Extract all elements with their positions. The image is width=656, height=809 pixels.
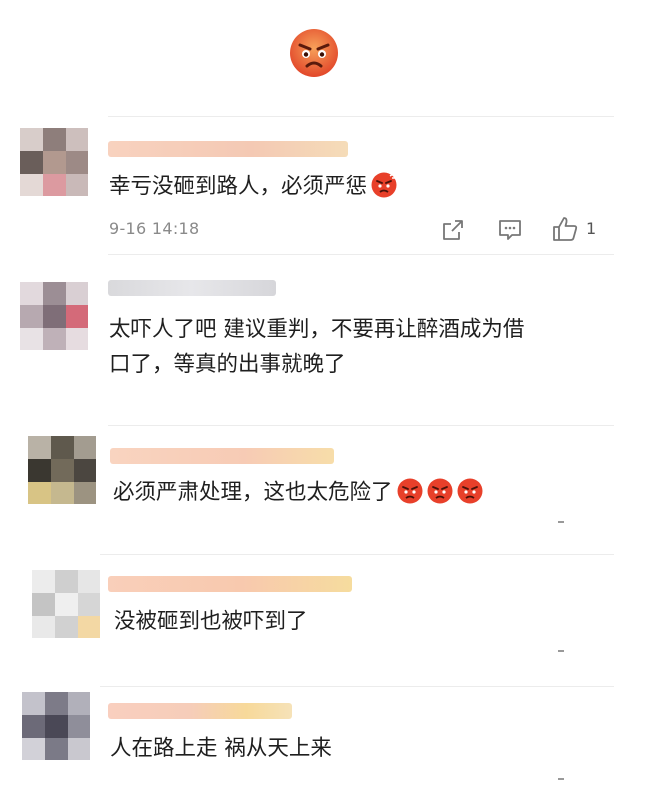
username-blurred[interactable] (110, 448, 334, 464)
comment-timestamp: 9-16 14:18 (109, 219, 200, 238)
share-icon[interactable] (441, 218, 465, 242)
username-blurred[interactable] (108, 703, 292, 719)
avatar[interactable] (22, 692, 90, 760)
comment-text-line-2: 口了，等真的出事就晚了 (109, 352, 346, 377)
comment-text: 幸亏没砸到路人，必须严惩 (109, 170, 397, 204)
avatar[interactable] (20, 128, 88, 196)
scroll-mark (558, 778, 564, 780)
like-icon[interactable] (551, 216, 579, 242)
avatar[interactable] (32, 570, 100, 638)
divider (108, 254, 614, 255)
divider (100, 686, 614, 687)
comment-text: 必须严肃处理，这也太危险了 (113, 476, 483, 510)
comment-text: 没被砸到也被吓到了 (114, 609, 308, 634)
divider (108, 116, 614, 117)
divider (100, 554, 614, 555)
angry-face-icon (397, 478, 423, 504)
avatar[interactable] (28, 436, 96, 504)
angry-face-icon (371, 172, 397, 198)
username-blurred[interactable] (108, 141, 348, 157)
comment-icon[interactable] (497, 218, 523, 242)
username-blurred[interactable] (108, 280, 276, 296)
angry-face-icon (427, 478, 453, 504)
scroll-mark (558, 650, 564, 652)
comment-text: 人在路上走 祸从天上来 (110, 736, 332, 761)
comment-text-line-1: 太吓人了吧 建议重判，不要再让醉酒成为借 (109, 317, 525, 342)
scroll-mark (558, 521, 564, 523)
angry-emoji-icon (290, 29, 338, 77)
angry-face-icon (457, 478, 483, 504)
username-blurred[interactable] (108, 576, 352, 592)
divider (108, 425, 614, 426)
like-count: 1 (586, 219, 597, 238)
avatar[interactable] (20, 282, 88, 350)
